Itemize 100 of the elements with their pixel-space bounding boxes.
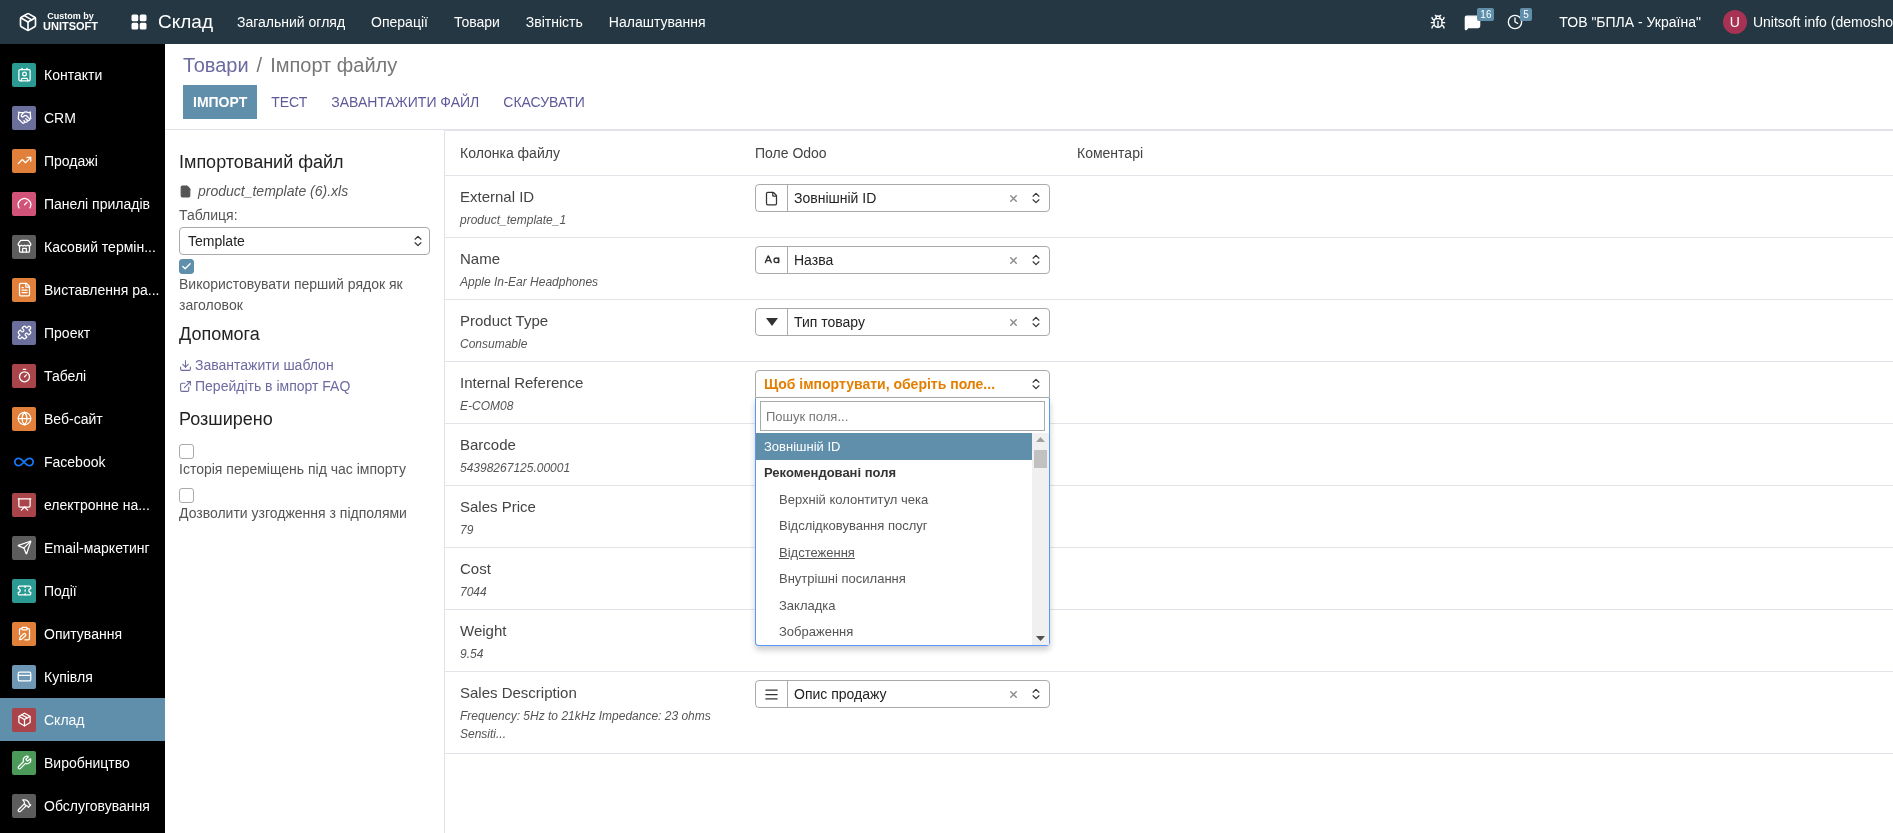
dropdown-option[interactable]: Відстеження (756, 539, 1032, 566)
sidebar-label: Веб-сайт (44, 410, 103, 427)
lines-icon (764, 686, 779, 702)
column-header: Колонка файлу (460, 144, 561, 163)
menu-item[interactable]: Налаштування (608, 14, 706, 30)
action-button[interactable]: ЗАВАНТАЖИТИ ФАЙЛ (321, 85, 490, 119)
import-button[interactable]: ІМПОРТ (183, 85, 258, 119)
sidebar-item[interactable]: Панелі приладів (0, 182, 165, 225)
scroll-down-icon[interactable] (1036, 636, 1045, 641)
scroll-thumb[interactable] (1034, 450, 1047, 468)
dropdown-option[interactable]: Зображення (756, 618, 1032, 645)
sidebar-item[interactable]: Facebook (0, 440, 165, 483)
sidebar-label: Контакти (44, 66, 103, 83)
menu-item[interactable]: Звітність (525, 14, 583, 30)
sidebar-label: Купівля (44, 668, 93, 685)
sample-value: E-COM08 (460, 398, 515, 415)
field-select[interactable]: Назва (755, 246, 1050, 274)
sidebar-item[interactable]: Купівля (0, 655, 165, 698)
dropdown-option[interactable]: Внутрішні посилання (756, 565, 1032, 592)
menu-item[interactable]: Товари (453, 14, 500, 30)
checkbox-label: Історія переміщень під час імпорту (179, 460, 407, 479)
triangle-down-icon (765, 318, 778, 326)
help-link[interactable]: Перейдіть в імпорт FAQ (179, 376, 430, 397)
sample-value: Apple In-Ear Headphones (460, 274, 600, 291)
column-name: Name (460, 250, 501, 267)
breadcrumb-link[interactable]: Товари (183, 54, 249, 77)
checkbox-label: Дозволити узгодження з підполями (179, 504, 408, 523)
field-select[interactable]: Опис продажу (755, 680, 1050, 708)
user-menu[interactable]: Unitsoft info (demosho (1752, 14, 1893, 30)
option-group: Рекомендовані поля (756, 459, 1032, 486)
sidebar-item[interactable]: Виробництво (0, 741, 165, 784)
sample-value: product_template_1 (460, 212, 568, 229)
sample-value: Consumable (460, 336, 529, 353)
action-button[interactable]: ТЕСТ (261, 85, 318, 119)
sidebar-label: електронне на... (44, 496, 150, 513)
sidebar-label: Email-маркетинг (44, 539, 150, 556)
menu-item[interactable]: Загальний огляд (237, 14, 346, 30)
brand-tagline: Custom by (47, 12, 94, 21)
column-name: Sales Description (460, 684, 578, 701)
field-select[interactable]: Зовнішній ID (755, 184, 1050, 212)
checkbox[interactable] (179, 259, 194, 274)
clear-icon[interactable] (1008, 688, 1019, 700)
sidebar-item[interactable]: Продажі (0, 139, 165, 182)
app-name: Склад (158, 11, 213, 33)
sidebar-label: Виставлення ра... (44, 281, 160, 298)
sidebar-item[interactable]: CRM (0, 96, 165, 139)
sidebar-item[interactable]: Обслуговування (0, 784, 165, 827)
clear-icon[interactable] (1008, 316, 1019, 328)
sidebar-item[interactable]: Табелі (0, 354, 165, 397)
action-button[interactable]: СКАСУВАТИ (493, 85, 595, 119)
company-switcher[interactable]: ТОВ "БПЛА - Україна" (1559, 14, 1701, 30)
chat-icon[interactable] (1464, 13, 1482, 31)
apps-menu-icon[interactable] (130, 13, 148, 31)
file-name: product_template (6).xls (198, 183, 349, 199)
sample-value: 7044 (460, 584, 488, 601)
sidebar-item[interactable]: Виставлення ра... (0, 268, 165, 311)
sidebar-label: Опитування (44, 625, 122, 642)
sample-value: 54398267125.00001 (460, 460, 572, 477)
download-icon (179, 359, 192, 372)
sheet-select[interactable]: Template (179, 227, 430, 255)
column-name: Cost (460, 560, 492, 577)
sidebar-item[interactable]: Email-маркетинг (0, 526, 165, 569)
column-name: Product Type (460, 312, 550, 329)
activity-icon[interactable] (1507, 14, 1524, 30)
sidebar-item[interactable]: Події (0, 569, 165, 612)
sidebar-item[interactable]: Проект (0, 311, 165, 354)
dropdown-option[interactable]: Зовнішній ID (756, 433, 1032, 460)
bug-icon[interactable] (1430, 14, 1447, 30)
column-name: External ID (460, 188, 536, 205)
file-icon (764, 190, 779, 206)
clear-icon[interactable] (1008, 254, 1019, 266)
field-select[interactable]: Тип товару (755, 308, 1050, 336)
clear-icon[interactable] (1008, 192, 1019, 204)
column-name: Internal Reference (460, 374, 585, 391)
sample-value: 9.54 (460, 646, 485, 663)
sidebar-item[interactable]: Склад (0, 698, 165, 741)
dropdown-option[interactable]: Закладка (756, 592, 1032, 619)
sidebar-label: Склад (44, 711, 85, 728)
search-field[interactable]: Пошук поля... (760, 401, 1045, 431)
scroll-up-icon[interactable] (1036, 437, 1045, 442)
section-title: Імпортований файл (179, 152, 345, 173)
dropdown-option[interactable]: Верхній колонтитул чека (756, 486, 1032, 513)
file-icon (179, 184, 192, 198)
sidebar-item[interactable]: Опитування (0, 612, 165, 655)
scrollbar[interactable] (1032, 433, 1049, 645)
sidebar-label: Касовий термін... (44, 238, 156, 255)
menu-item[interactable]: Операції (371, 14, 428, 30)
checkbox[interactable] (179, 444, 194, 459)
column-header: Поле Odoo (755, 144, 828, 163)
sidebar-item[interactable]: Веб-сайт (0, 397, 165, 440)
column-header: Коментарі (1077, 144, 1145, 163)
sidebar-item[interactable]: електронне на... (0, 483, 165, 526)
checkbox[interactable] (179, 488, 194, 503)
activity-count: 5 (1520, 8, 1532, 21)
dropdown-option[interactable]: Відслідковування послуг (756, 512, 1032, 539)
sidebar-item[interactable]: Контакти (0, 53, 165, 96)
column-name: Barcode (460, 436, 517, 453)
section-title: Допомога (179, 324, 261, 345)
help-link[interactable]: Завантажити шаблон (179, 355, 430, 376)
sidebar-item[interactable]: Касовий термін... (0, 225, 165, 268)
